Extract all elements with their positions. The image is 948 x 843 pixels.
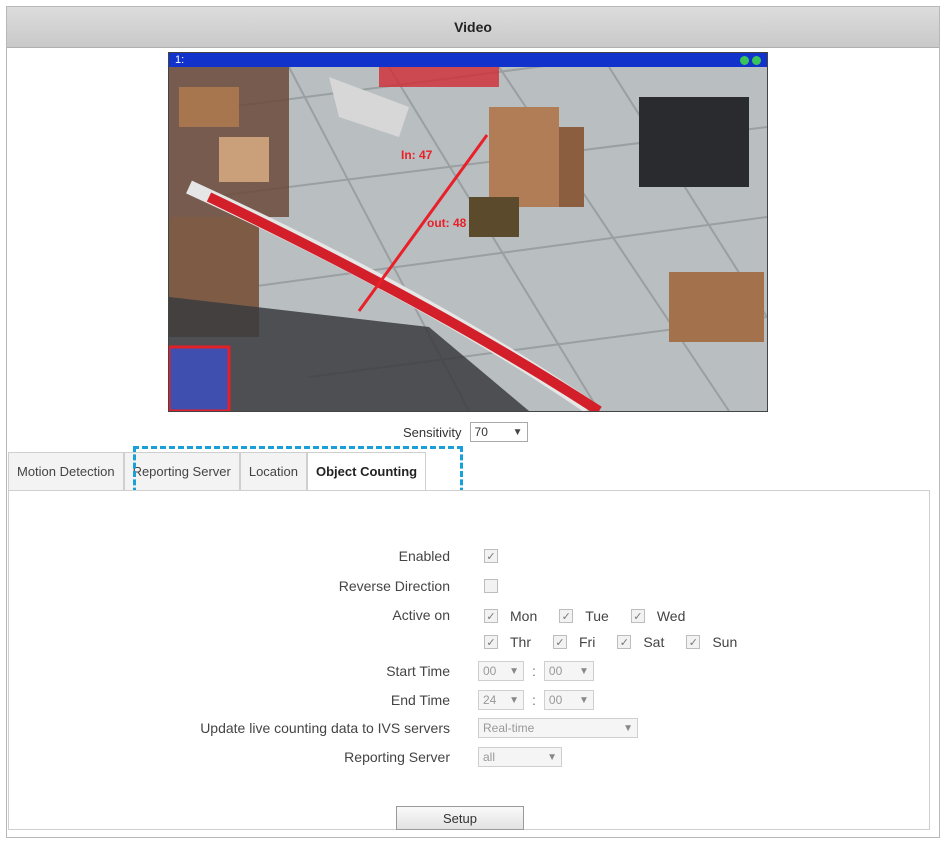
- end-minute-value: 00: [548, 693, 563, 707]
- day-sat-checkbox[interactable]: ✓: [617, 635, 632, 649]
- start-minute-select[interactable]: 00 ▼: [543, 661, 594, 681]
- checkmark-icon: ✓: [688, 636, 698, 649]
- day-thr: ✓ Thr: [484, 634, 531, 650]
- end-hour-value: 24: [483, 693, 497, 707]
- day-mon-label: Mon: [510, 608, 538, 624]
- enabled-label: Enabled: [398, 548, 450, 564]
- chevron-down-icon: ▼: [547, 751, 557, 763]
- active-on-label: Active on: [392, 607, 450, 623]
- chevron-down-icon: ▼: [623, 722, 633, 734]
- update-live-label: Update live counting data to IVS servers: [200, 720, 450, 736]
- reverse-direction-label: Reverse Direction: [338, 578, 450, 594]
- tab-bar: Motion Detection Reporting Server Locati…: [8, 452, 427, 490]
- day-mon-checkbox[interactable]: ✓: [484, 609, 498, 623]
- day-wed-checkbox[interactable]: ✓: [630, 609, 645, 623]
- end-time-selects: 24 ▼ : 00 ▼: [478, 690, 594, 710]
- checkmark-icon: ✓: [486, 636, 496, 649]
- tab-reporting-server[interactable]: Reporting Server: [123, 452, 240, 490]
- count-in-label: In: 47: [401, 148, 433, 162]
- tab-motion-detection[interactable]: Motion Detection: [8, 452, 124, 490]
- video-status-icon: [740, 56, 749, 65]
- sensitivity-row: Sensitivity 70 ▼: [403, 422, 528, 442]
- end-hour-select[interactable]: 24 ▼: [478, 690, 524, 710]
- day-tue-label: Tue: [585, 608, 609, 624]
- video-toolbar: 1:: [169, 53, 767, 67]
- day-wed: ✓ Wed: [630, 608, 686, 624]
- day-sun-label: Sun: [712, 634, 738, 650]
- day-sun-checkbox[interactable]: ✓: [686, 635, 701, 649]
- reverse-direction-checkbox[interactable]: [484, 579, 498, 593]
- camera-scene: In: 47 out: 48: [169, 67, 767, 411]
- reporting-server-label: Reporting Server: [344, 749, 450, 765]
- update-live-select[interactable]: Real-time ▼: [478, 718, 638, 738]
- day-tue-checkbox[interactable]: ✓: [559, 609, 574, 623]
- days-row-2: ✓ Thr ✓ Fri ✓ Sat ✓ Sun: [484, 634, 759, 650]
- setup-button[interactable]: Setup: [396, 806, 524, 830]
- sensitivity-label: Sensitivity: [403, 424, 462, 440]
- video-preview[interactable]: 1: In: 47 out: 48: [168, 52, 768, 412]
- start-hour-select[interactable]: 00 ▼: [478, 661, 524, 681]
- chevron-down-icon: ▼: [509, 665, 519, 677]
- sensitivity-value: 70: [474, 425, 488, 439]
- day-fri-label: Fri: [579, 634, 596, 650]
- day-fri: ✓ Fri: [553, 634, 595, 650]
- window-title: Video: [7, 7, 939, 48]
- checkmark-icon: ✓: [555, 636, 565, 649]
- day-fri-checkbox[interactable]: ✓: [553, 635, 567, 649]
- object-counting-panel: [8, 490, 930, 830]
- day-sun: ✓ Sun: [686, 634, 737, 650]
- checkmark-icon: ✓: [486, 550, 496, 563]
- video-status-icon: [752, 56, 761, 65]
- checkmark-icon: ✓: [486, 610, 496, 623]
- count-out-label: out: 48: [427, 216, 467, 230]
- sensitivity-select[interactable]: 70 ▼: [469, 422, 528, 442]
- day-sat: ✓ Sat: [617, 634, 664, 650]
- day-thr-checkbox[interactable]: ✓: [484, 635, 498, 649]
- days-row-1: ✓ Mon ✓ Tue ✓ Wed: [484, 608, 707, 624]
- end-minute-select[interactable]: 00 ▼: [543, 690, 594, 710]
- checkmark-icon: ✓: [619, 636, 629, 649]
- end-time-label: End Time: [390, 692, 450, 708]
- chevron-down-icon: ▼: [578, 694, 589, 706]
- video-menu-glyph[interactable]: 1:: [175, 53, 184, 67]
- checkmark-icon: ✓: [633, 610, 643, 623]
- checkmark-icon: ✓: [561, 610, 571, 623]
- chevron-down-icon: ▼: [512, 426, 523, 438]
- chevron-down-icon: ▼: [578, 665, 589, 677]
- day-mon: ✓ Mon: [484, 608, 537, 624]
- tab-location[interactable]: Location: [239, 452, 307, 490]
- tab-object-counting[interactable]: Object Counting: [307, 452, 427, 490]
- reporting-server-value: all: [483, 750, 496, 764]
- start-time-selects: 00 ▼ : 00 ▼: [478, 661, 594, 681]
- day-thr-label: Thr: [510, 634, 531, 650]
- start-hour-value: 00: [483, 664, 497, 678]
- day-sat-label: Sat: [643, 634, 665, 650]
- enabled-checkbox[interactable]: ✓: [484, 549, 498, 563]
- day-tue: ✓ Tue: [559, 608, 609, 624]
- start-minute-value: 00: [548, 664, 563, 678]
- update-live-value: Real-time: [483, 721, 535, 735]
- chevron-down-icon: ▼: [509, 694, 519, 706]
- day-wed-label: Wed: [656, 608, 686, 624]
- reporting-server-select[interactable]: all ▼: [478, 747, 562, 767]
- start-time-label: Start Time: [386, 663, 450, 679]
